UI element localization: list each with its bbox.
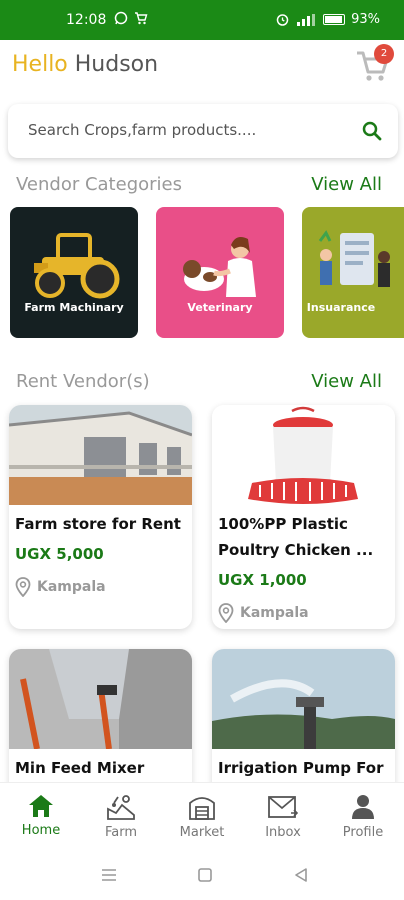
battery-level: 93% bbox=[351, 12, 380, 27]
vendor-card-farm-store[interactable]: Farm store for Rent UGX 5,000 Kampala bbox=[9, 405, 192, 629]
vendor-card-location-text: Kampala bbox=[240, 605, 309, 621]
nav-farm[interactable]: Farm bbox=[86, 793, 156, 840]
vendor-card-title: Farm store for Rent bbox=[15, 515, 181, 533]
farm-icon bbox=[107, 795, 135, 820]
nav-label: Inbox bbox=[265, 825, 301, 840]
irrigation-pump-image bbox=[212, 649, 395, 749]
vendor-card-title: 100%PP Plastic bbox=[218, 515, 348, 533]
nav-label: Profile bbox=[342, 825, 384, 840]
alarm-icon bbox=[276, 14, 289, 26]
bottom-navigation: Home Farm Market Inbox Profile bbox=[0, 782, 404, 852]
inbox-icon bbox=[268, 796, 299, 818]
category-insuarance[interactable]: Insuarance bbox=[302, 207, 404, 338]
vendor-card-price: UGX 5,000 bbox=[15, 545, 104, 563]
menu-icon[interactable] bbox=[101, 868, 117, 882]
system-navigation-bar bbox=[0, 852, 404, 900]
cart-count-badge: 2 bbox=[374, 44, 394, 64]
rent-vendors-view-all[interactable]: View All bbox=[311, 371, 382, 392]
category-veterinary[interactable]: Veterinary bbox=[156, 207, 284, 338]
vendor-card-location-text: Kampala bbox=[37, 579, 106, 595]
market-icon bbox=[189, 797, 215, 820]
nav-home[interactable]: Home bbox=[6, 793, 76, 838]
greeting-username: Hudson bbox=[74, 52, 159, 77]
veterinarian-icon bbox=[183, 237, 256, 297]
cart-button[interactable]: 2 bbox=[354, 44, 394, 84]
nav-label: Farm bbox=[104, 825, 138, 840]
category-farm-machinary[interactable]: Farm Machinary bbox=[10, 207, 138, 338]
vendor-card-title: Irrigation Pump For bbox=[218, 759, 384, 777]
rent-vendors-title: Rent Vendor(s) bbox=[16, 371, 150, 392]
search-bar[interactable] bbox=[8, 104, 398, 158]
battery-icon bbox=[323, 14, 346, 25]
feed-mixer-image bbox=[9, 649, 192, 749]
cart-notification-icon bbox=[135, 12, 148, 25]
vendor-card-location: Kampala bbox=[218, 603, 309, 623]
vendor-card-poultry-feeder[interactable]: 100%PP Plastic Poultry Chicken ... UGX 1… bbox=[212, 405, 395, 629]
vendor-card-title-line2: Poultry Chicken ... bbox=[218, 541, 374, 559]
farm-store-image bbox=[9, 405, 192, 505]
status-right: 93% bbox=[276, 12, 380, 27]
signal-icon bbox=[297, 13, 316, 26]
location-pin-icon bbox=[15, 577, 31, 597]
category-label: Insuarance bbox=[306, 301, 376, 314]
vendor-card-location: Kampala bbox=[15, 577, 106, 597]
category-label: Veterinary bbox=[187, 301, 253, 314]
greeting: Hello Hudson bbox=[12, 52, 158, 77]
vendor-card-feed-mixer[interactable]: Min Feed Mixer bbox=[9, 649, 192, 799]
insurance-icon bbox=[318, 230, 390, 287]
nav-label: Market bbox=[179, 825, 225, 840]
home-square-icon[interactable] bbox=[198, 868, 212, 882]
nav-inbox[interactable]: Inbox bbox=[248, 793, 318, 840]
vendor-card-price: UGX 1,000 bbox=[218, 571, 307, 589]
nav-profile[interactable]: Profile bbox=[328, 793, 398, 840]
back-icon[interactable] bbox=[294, 868, 308, 882]
nav-market[interactable]: Market bbox=[167, 793, 237, 840]
status-time: 12:08 bbox=[66, 12, 107, 28]
tractor-icon bbox=[34, 233, 120, 299]
vendor-card-irrigation-pump[interactable]: Irrigation Pump For bbox=[212, 649, 395, 799]
vendor-categories-view-all[interactable]: View All bbox=[311, 174, 382, 195]
poultry-feeder-image bbox=[212, 405, 395, 505]
vendor-card-title: Min Feed Mixer bbox=[15, 759, 145, 777]
greeting-hello: Hello bbox=[12, 52, 68, 77]
status-bar: 12:08 93% bbox=[0, 0, 404, 40]
search-input[interactable] bbox=[28, 121, 338, 139]
vendor-categories-title: Vendor Categories bbox=[16, 174, 182, 195]
location-pin-icon bbox=[218, 603, 234, 623]
search-icon[interactable] bbox=[362, 121, 382, 141]
notification-icons bbox=[114, 11, 148, 25]
whatsapp-icon bbox=[114, 11, 128, 25]
profile-icon bbox=[352, 795, 374, 819]
home-icon bbox=[29, 795, 53, 817]
category-label: Farm Machinary bbox=[24, 301, 124, 314]
nav-label: Home bbox=[21, 823, 61, 838]
